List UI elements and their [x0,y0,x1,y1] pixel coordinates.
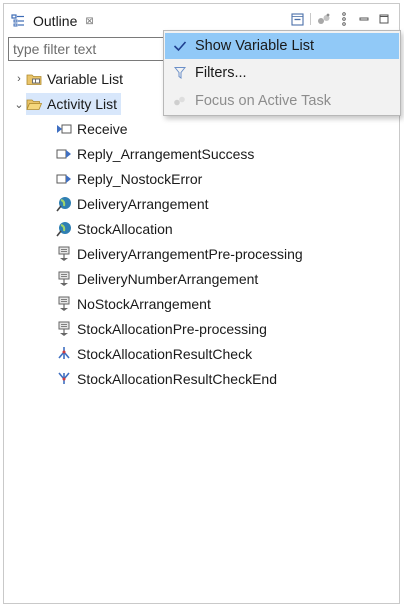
chevron-right-icon[interactable]: › [12,73,26,85]
folder-variable-icon [26,71,42,87]
filter-input[interactable] [8,37,188,61]
tree-item-label: StockAllocationResultCheck [77,346,253,362]
reply-icon [56,171,72,187]
tree-item-activity[interactable]: DeliveryArrangement [56,193,211,215]
receive-icon [56,121,72,137]
tree-item-label: Receive [77,121,128,137]
tree-item-label: Reply_NostockError [77,171,203,187]
branch-icon [56,346,72,362]
invoke-icon [56,196,72,212]
menu-item-label: Show Variable List [195,38,315,54]
tree-item-activity[interactable]: Receive [56,118,130,140]
tree-item-label: StockAllocation [77,221,173,237]
tree-item-activity[interactable]: Reply_NostockError [56,168,204,190]
tree-item-activity[interactable]: Reply_ArrangementSuccess [56,143,256,165]
tree-item-activity[interactable]: DeliveryArrangementPre-processing [56,243,305,265]
tree-item-label: DeliveryArrangementPre-processing [77,246,303,262]
tree-item-activity[interactable]: NoStockArrangement [56,293,213,315]
view-toolbar [290,10,391,28]
merge-icon [56,371,72,387]
tree-item-variable-list[interactable]: › Variable List [12,68,127,90]
assign-icon [56,296,72,312]
tree-item-label: Activity List [47,96,118,112]
tree-item-activity-list[interactable]: ⌄ Activity List [12,93,122,115]
tree-item-label: StockAllocationPre-processing [77,321,267,337]
outline-tab[interactable]: Outline ⊠ [10,10,94,32]
tree-item-activity[interactable]: StockAllocation [56,218,175,240]
tree-item-activity[interactable]: StockAllocationResultCheck [56,343,254,365]
tree-item-label: StockAllocationResultCheckEnd [77,371,277,387]
chevron-down-icon[interactable]: ⌄ [12,98,26,111]
reply-icon [56,146,72,162]
tree-item-label: DeliveryNumberArrangement [77,271,259,287]
invoke-icon [56,221,72,237]
tree-item-label: Variable List [47,71,124,87]
menu-item-show-variable-list[interactable]: Show Variable List [165,33,399,59]
outline-view: Outline ⊠ type filter text › Variable Li… [3,3,401,604]
menu-item-label: Focus on Active Task [195,93,331,109]
tree-item-label: DeliveryArrangement [77,196,209,212]
minimize-icon[interactable] [357,12,371,26]
outline-view-icon [10,13,26,29]
tree-item-activity[interactable]: StockAllocationPre-processing [56,318,269,340]
tree-item-activity[interactable]: StockAllocationResultCheckEnd [56,368,279,390]
close-icon[interactable]: ⊠ [85,16,93,27]
tree-item-activity[interactable]: DeliveryNumberArrangement [56,268,260,290]
assign-icon [56,246,72,262]
checkmark-icon [165,40,195,52]
view-title: Outline [33,13,78,29]
menu-item-focus-active-task[interactable]: Focus on Active Task [165,88,399,114]
folder-open-icon [26,96,42,112]
view-menu-icon[interactable] [337,12,351,26]
tree-item-label: NoStockArrangement [77,296,211,312]
assign-icon [56,271,72,287]
assign-icon [56,321,72,337]
toolbar-separator [310,13,311,25]
filter-icon [165,66,195,80]
collapse-all-icon[interactable] [290,12,304,26]
menu-item-label: Filters... [195,65,247,81]
tree-item-label: Reply_ArrangementSuccess [77,146,255,162]
focus-task-icon [165,95,195,107]
view-menu-dropdown: Show Variable List Filters... Focus on A… [163,30,401,116]
menu-item-filters[interactable]: Filters... [165,60,399,86]
focus-task-icon[interactable] [317,12,331,26]
maximize-icon[interactable] [377,12,391,26]
